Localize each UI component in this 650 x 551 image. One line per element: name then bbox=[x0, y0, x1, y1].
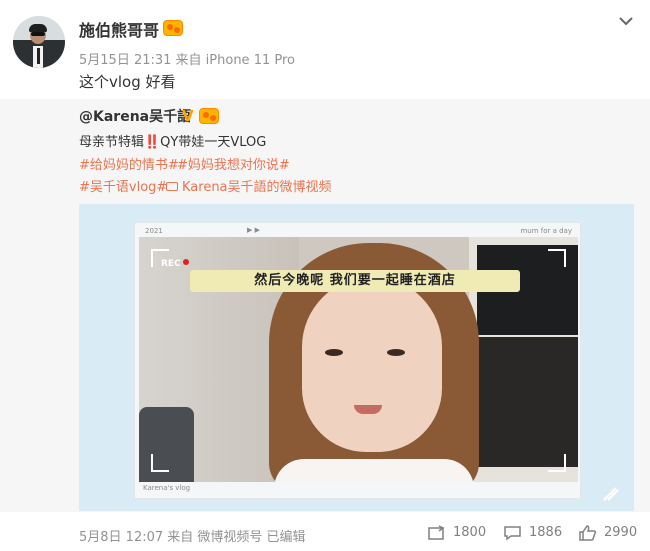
comment-button[interactable]: 1886 bbox=[503, 524, 563, 542]
video-subtitle: 然后今晚呢 我们要一起睡在酒店 bbox=[190, 270, 520, 292]
like-button[interactable]: 2990 bbox=[578, 524, 640, 542]
vlog-label: Karena's vlog bbox=[143, 484, 191, 492]
expand-icon[interactable] bbox=[600, 486, 620, 502]
viewfinder-corner bbox=[151, 249, 169, 267]
comment-icon bbox=[504, 526, 521, 541]
hashtag-link[interactable]: #吴千语vlog# bbox=[79, 176, 167, 195]
repost-button[interactable]: 1800 bbox=[427, 524, 487, 542]
hashtag-link[interactable]: #妈妈我想对你说# bbox=[177, 154, 290, 173]
weibo-post: 施伯熊哥哥 5月15日 21:31 来自 iPhone 11 Pro 这个vlo… bbox=[0, 0, 650, 551]
post-text: 这个vlog 好看 bbox=[79, 73, 176, 91]
video-player[interactable]: 2021 ▶ ▶ mum for a day REC Karena's vlog bbox=[79, 204, 634, 511]
comment-count: 1886 bbox=[529, 525, 563, 540]
frame-year: 2021 bbox=[145, 227, 163, 235]
user-avatar[interactable] bbox=[13, 16, 65, 68]
vip-badge-icon[interactable] bbox=[163, 20, 183, 36]
video-icon bbox=[166, 182, 178, 191]
verified-icon: V bbox=[182, 107, 194, 125]
viewfinder-corner bbox=[151, 454, 169, 472]
repost-meta[interactable]: 5月8日 12:07 来自 微博视频号 已编辑 bbox=[79, 526, 306, 545]
viewfinder-corner bbox=[548, 454, 566, 472]
post-meta[interactable]: 5月15日 21:31 来自 iPhone 11 Pro bbox=[79, 49, 295, 68]
viewfinder-corner bbox=[548, 249, 566, 267]
thumbs-up-icon bbox=[579, 525, 597, 541]
chevron-down-icon[interactable] bbox=[618, 14, 634, 28]
hashtag-link[interactable]: #给妈妈的情书# bbox=[79, 154, 179, 173]
username[interactable]: 施伯熊哥哥 bbox=[79, 17, 159, 41]
repost-count: 1800 bbox=[453, 525, 487, 540]
video-frame: 2021 ▶ ▶ mum for a day REC Karena's vlog bbox=[134, 222, 581, 499]
video-source-label: Karena吴千語的微博视频 bbox=[182, 180, 332, 195]
record-dot-icon bbox=[182, 259, 189, 265]
play-marks: ▶ ▶ bbox=[247, 226, 260, 234]
repost-title: 母亲节特辑‼️QY带娃一天VLOG bbox=[79, 135, 267, 150]
frame-caption: mum for a day bbox=[520, 227, 572, 235]
video-source-link[interactable]: Karena吴千語的微博视频 bbox=[166, 176, 332, 195]
like-count: 2990 bbox=[604, 525, 638, 540]
repost-author[interactable]: @Karena吴千語 bbox=[79, 106, 191, 126]
vip-badge-icon[interactable] bbox=[199, 108, 219, 124]
repost-icon bbox=[428, 525, 445, 540]
